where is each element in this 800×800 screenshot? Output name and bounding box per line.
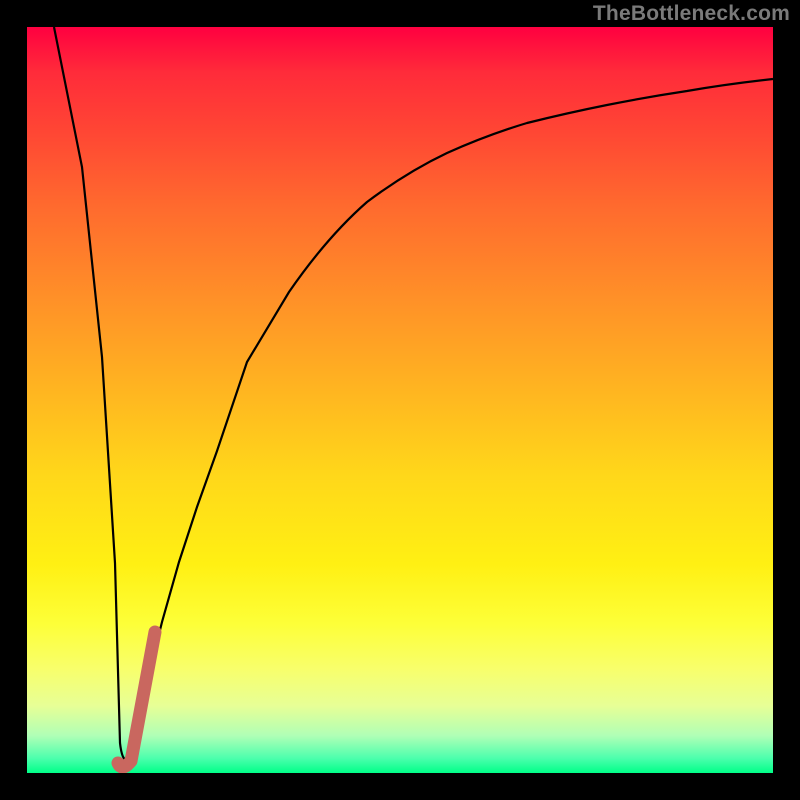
curve-layer [27,27,773,773]
chart-frame: TheBottleneck.com [0,0,800,800]
plot-area [27,27,773,773]
marker-segment [118,632,155,767]
bottleneck-curve [54,27,773,760]
watermark-text: TheBottleneck.com [593,2,790,26]
